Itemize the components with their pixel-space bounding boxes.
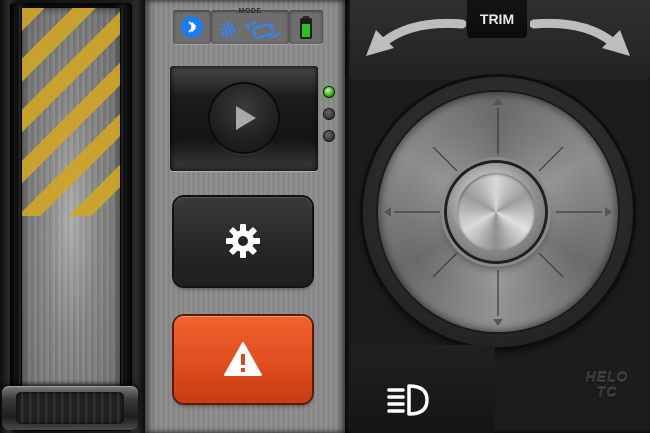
brand-logo: HELO TC [578, 370, 636, 416]
status-led-1 [324, 87, 334, 97]
gear-icon [226, 224, 260, 258]
status-led-2 [324, 109, 334, 119]
bluetooth-status [173, 10, 211, 44]
steering-knob[interactable] [447, 163, 545, 261]
throttle-panel [0, 0, 145, 433]
status-bar: MODE [173, 8, 323, 46]
brand-logo-line1: HELO [585, 369, 629, 385]
headlight-icon[interactable] [383, 380, 433, 420]
battery-icon [300, 16, 312, 39]
trim-label: TRIM [467, 0, 527, 38]
throttle-grip [16, 392, 124, 424]
steering-knob-cap [457, 173, 535, 251]
battery-status [289, 10, 323, 44]
play-icon [236, 106, 256, 130]
settings-button[interactable] [174, 197, 312, 286]
hazard-stripes [22, 8, 120, 216]
throttle-rail-right [120, 8, 125, 396]
bluetooth-icon [181, 16, 203, 38]
emergency-button[interactable] [174, 316, 312, 403]
play-button[interactable] [210, 84, 278, 152]
gear-mode-icon [220, 22, 236, 38]
trim-right-arrow-icon[interactable] [530, 12, 634, 62]
brand-logo-line2: TC [596, 384, 618, 400]
mode-label: MODE [238, 8, 262, 15]
throttle-rail-left [17, 8, 22, 396]
warning-icon [224, 342, 262, 376]
status-led-3 [324, 131, 334, 141]
tilt-device-icon [245, 22, 281, 39]
throttle-handle[interactable] [2, 386, 138, 430]
trim-left-arrow-icon[interactable] [362, 12, 466, 62]
mode-selector[interactable]: MODE [211, 8, 289, 44]
